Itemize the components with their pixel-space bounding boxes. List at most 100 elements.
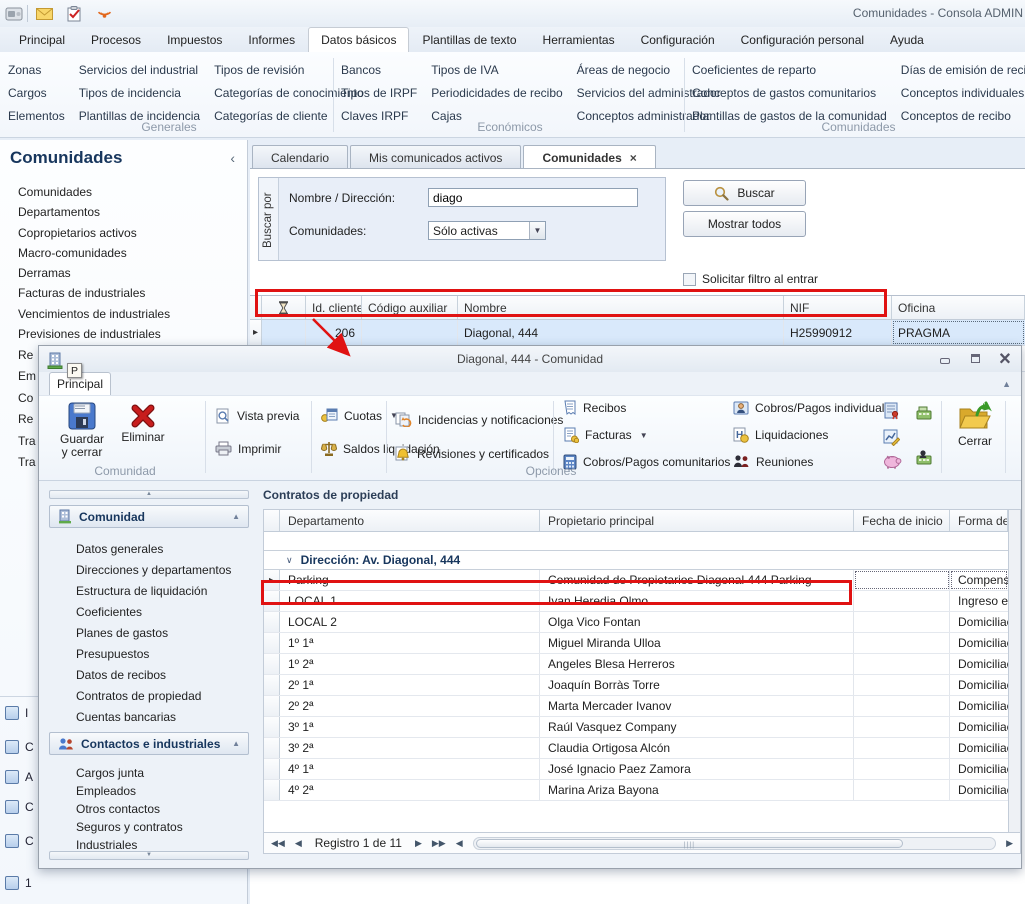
recibos-button[interactable]: Recibos — [563, 400, 626, 416]
sidebar-item[interactable]: Vencimientos de industriales — [18, 304, 170, 324]
ribbon-link[interactable]: Conceptos individuales — [901, 82, 1025, 105]
col-header-id[interactable]: Id. cliente — [306, 296, 362, 319]
row-selector[interactable] — [264, 654, 280, 674]
feed-icon[interactable] — [94, 4, 114, 24]
communities-select[interactable]: Sólo activas ▼ — [428, 221, 546, 240]
filter-checkbox[interactable] — [683, 273, 696, 286]
contract-row[interactable]: 1º 2ª Angeles Blesa Herreros Domiciliaci… — [264, 654, 1008, 675]
ribbon-link[interactable]: Zonas — [8, 59, 65, 82]
sidebar-item[interactable]: Facturas de industriales — [18, 283, 170, 303]
sidebar-item[interactable]: Macro-comunidades — [18, 243, 170, 263]
facturas-button[interactable]: Facturas ▼ — [563, 427, 648, 443]
modal-nav-item[interactable]: Datos de recibos — [76, 665, 249, 686]
document-tab[interactable]: Calendario — [252, 145, 348, 168]
col-header-nif[interactable]: NIF — [784, 296, 892, 319]
docked-panel-button[interactable]: 1 — [5, 876, 32, 890]
docked-panel-button[interactable]: C — [5, 800, 34, 814]
sidebar-item[interactable]: Departamentos — [18, 202, 170, 222]
sidebar-collapse-button[interactable]: ‹ — [230, 150, 235, 166]
last-record-button[interactable]: ▶▶ — [429, 838, 449, 849]
contract-row[interactable]: 4º 2ª Marina Ariza Bayona Domiciliación — [264, 780, 1008, 801]
imprimir-button[interactable]: Imprimir — [215, 441, 281, 456]
name-search-input[interactable] — [428, 188, 638, 207]
docked-panel-button[interactable]: C — [5, 834, 34, 848]
grid-group-row[interactable]: ∨ Dirección: Av. Diagonal, 444 — [264, 550, 1008, 570]
row-selector[interactable] — [264, 675, 280, 695]
contract-row[interactable]: 4º 1ª José Ignacio Paez Zamora Domicilia… — [264, 759, 1008, 780]
hourglass-icon[interactable] — [262, 296, 306, 319]
menu-tab[interactable]: Procesos — [78, 27, 154, 52]
register-people-icon[interactable] — [915, 449, 933, 466]
modal-nav-item[interactable]: Direcciones y departamentos — [76, 560, 249, 581]
ribbon-link[interactable]: Coeficientes de reparto — [692, 59, 887, 82]
contract-row[interactable]: 3º 1ª Raúl Vasquez Company Domiciliación — [264, 717, 1008, 738]
ribbon-link[interactable]: Tipos de IRPF — [341, 82, 417, 105]
docked-panel-button[interactable]: C — [5, 740, 34, 754]
modal-nav-item[interactable]: Presupuestos — [76, 644, 249, 665]
sidebar-item-clipped[interactable]: Tra — [18, 452, 36, 473]
menu-tab[interactable]: Datos básicos — [308, 27, 409, 52]
document-tab[interactable]: Mis comunicados activos — [350, 145, 521, 168]
col-header-propietario[interactable]: Propietario principal — [540, 510, 854, 531]
chevron-down-icon[interactable]: ∨ — [286, 555, 293, 566]
minimize-button[interactable] — [937, 351, 953, 366]
scroll-right-button[interactable]: ▶ — [1003, 838, 1016, 849]
cash-register-icon[interactable] — [915, 405, 933, 421]
menu-tab[interactable]: Impuestos — [154, 27, 235, 52]
contract-row[interactable]: 1º 1ª Miguel Miranda Ulloa Domiciliación — [264, 633, 1008, 654]
incidencias-button[interactable]: Incidencias y notificaciones — [395, 412, 563, 427]
docked-panel-button[interactable]: I — [5, 706, 28, 720]
contract-row[interactable]: Parking Comunidad de Propietarios Diagon… — [264, 570, 1008, 591]
vertical-scrollbar[interactable] — [1008, 510, 1020, 832]
col-header-fecha[interactable]: Fecha de inicio — [854, 510, 950, 531]
scroll-left-button[interactable]: ◀ — [453, 838, 466, 849]
certificate-doc-icon[interactable] — [883, 402, 900, 420]
modal-title-bar[interactable]: Diagonal, 444 - Comunidad 🗙 — [39, 346, 1021, 372]
row-selector[interactable] — [264, 570, 280, 590]
cobros-individuales-button[interactable]: Cobros/Pagos individuales — [733, 400, 897, 416]
contract-row[interactable]: LOCAL 2 Olga Vico Fontan Domiciliación — [264, 612, 1008, 633]
navgroup-comunidad[interactable]: Comunidad ▲ — [49, 505, 249, 528]
menu-tab[interactable]: Plantillas de texto — [409, 27, 529, 52]
row-selector[interactable] — [250, 320, 262, 345]
chart-report-icon[interactable] — [883, 429, 900, 446]
modal-nav-item[interactable]: Cargos junta — [76, 764, 249, 782]
sidebar-item[interactable]: Copropietarios activos — [18, 223, 170, 243]
restore-button[interactable] — [967, 351, 983, 366]
modal-nav-item[interactable]: Planes de gastos — [76, 623, 249, 644]
modal-nav-item[interactable]: Empleados — [76, 782, 249, 800]
modal-nav-item[interactable]: Estructura de liquidación — [76, 581, 249, 602]
prev-record-button[interactable]: ◀ — [292, 838, 305, 849]
row-selector[interactable] — [264, 633, 280, 653]
splitter-down[interactable]: ▼ — [49, 851, 249, 860]
contract-row[interactable]: 3º 2ª Claudia Ortigosa Alcón Domiciliaci… — [264, 738, 1008, 759]
app-icon[interactable] — [4, 4, 24, 24]
menu-tab[interactable]: Informes — [235, 27, 308, 52]
modal-nav-item[interactable]: Datos generales — [76, 539, 249, 560]
vista-previa-button[interactable]: Vista previa — [215, 408, 299, 424]
guardar-y-cerrar-button[interactable]: Guardary cerrar — [53, 401, 111, 459]
ribbon-link[interactable]: Cargos — [8, 82, 65, 105]
menu-tab[interactable]: Herramientas — [530, 27, 628, 52]
sidebar-item-clipped[interactable]: Re — [18, 345, 36, 366]
modal-nav-item[interactable]: Contratos de propiedad — [76, 686, 249, 707]
sidebar-item-clipped[interactable]: Co — [18, 388, 36, 409]
modal-nav-item[interactable]: Otros contactos — [76, 800, 249, 818]
contract-row[interactable]: 2º 1ª Joaquín Borràs Torre Domiciliación — [264, 675, 1008, 696]
modal-nav-item[interactable]: Cuentas bancarias — [76, 707, 249, 728]
ribbon-link[interactable]: Tipos de incidencia — [79, 82, 200, 105]
reuniones-button[interactable]: Reuniones — [733, 454, 813, 469]
row-selector[interactable] — [264, 717, 280, 737]
row-selector[interactable] — [264, 696, 280, 716]
ribbon-link[interactable]: Tipos de IVA — [431, 59, 562, 82]
sidebar-item-clipped[interactable]: Em — [18, 366, 36, 387]
ribbon-link[interactable]: Bancos — [341, 59, 417, 82]
row-selector[interactable] — [264, 738, 280, 758]
contract-row[interactable]: 2º 2ª Marta Mercader Ivanov Domiciliació… — [264, 696, 1008, 717]
mostrar-todos-button[interactable]: Mostrar todos — [683, 211, 806, 237]
mail-icon[interactable] — [34, 4, 54, 24]
chevron-down-icon[interactable]: ▼ — [529, 222, 545, 239]
sidebar-item-clipped[interactable]: Tra — [18, 431, 36, 452]
scrollbar-thumb[interactable]: |||| — [476, 839, 904, 848]
modal-nav-item[interactable]: Seguros y contratos — [76, 818, 249, 836]
